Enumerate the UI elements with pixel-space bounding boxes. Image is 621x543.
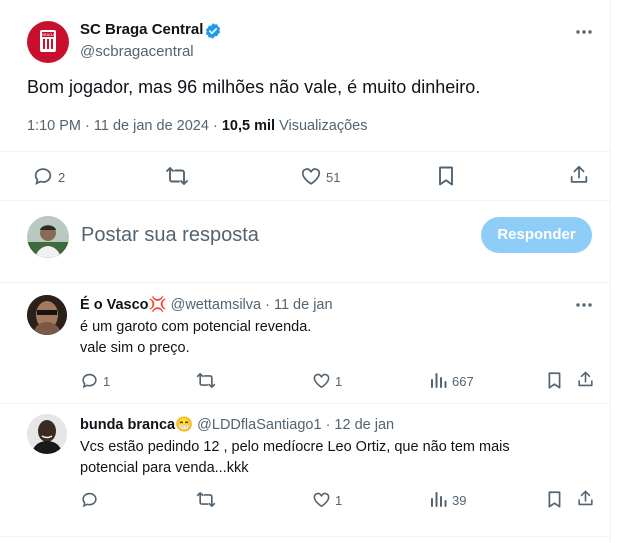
reply-author-photo-icon [27,414,67,454]
braga-crest-icon: BRAGA [40,30,56,52]
author-avatar[interactable]: BRAGA [27,21,69,63]
divider [0,200,611,201]
reply-header: É o Vasco💢 @wettamsilva · 11 de jan [80,296,333,313]
views-label: Visualizações [279,118,368,134]
divider [0,282,611,283]
more-options-icon[interactable] [574,297,594,313]
share-icon[interactable] [576,370,595,389]
reply-author-photo-icon [27,295,67,335]
views-count[interactable]: 10,5 mil [222,118,275,134]
like-count: 1 [335,374,343,389]
verified-badge-icon [204,22,222,40]
bookmark-icon[interactable] [546,490,563,509]
divider [0,151,611,152]
like-icon[interactable] [312,490,331,509]
reply-text: é um garoto com potencial revenda. vale … [80,317,311,359]
reply-header: bunda branca😁 @LDDflaSantiago1 · 12 de j… [80,416,394,433]
bookmark-icon[interactable] [546,371,563,390]
reply-avatar[interactable] [27,295,67,335]
retweet-icon[interactable] [165,165,189,187]
retweet-icon[interactable] [196,371,216,390]
reply-icon[interactable] [32,165,54,187]
retweet-icon[interactable] [196,490,216,509]
grin-emoji-icon: 😁 [175,417,194,433]
user-avatar[interactable] [27,216,69,258]
reply-text-line: Vcs estão pedindo 12 , pelo medíocre Leo… [80,439,510,455]
divider [0,536,611,537]
like-icon[interactable] [312,371,331,390]
divider [0,403,611,404]
reply-author-name[interactable]: bunda branca [80,417,175,433]
reply-text-line: vale sim o preço. [80,340,190,356]
like-icon[interactable] [300,165,322,187]
reply-text-line: potencial para venda...kkk [80,460,249,476]
reply-date[interactable]: · 11 de jan [265,297,332,313]
like-count: 51 [326,170,341,185]
reply-count: 1 [103,374,111,389]
reply-author-handle[interactable]: @LDDflaSantiago1 [197,417,321,433]
meta-separator: · [212,118,218,134]
reply-avatar[interactable] [27,414,67,454]
share-icon[interactable] [568,164,590,186]
reply-composer-input[interactable]: Postar sua resposta [81,224,259,247]
reply-count: 2 [58,170,66,185]
views-icon[interactable] [430,490,448,508]
reply-submit-button[interactable]: Responder [481,217,592,253]
views-count: 39 [452,493,467,508]
bookmark-icon[interactable] [436,165,456,187]
svg-text:BRAGA: BRAGA [41,32,55,37]
views-count: 667 [452,374,474,389]
anger-emoji-icon: 💢 [148,297,167,313]
tweet-text: Bom jogador, mas 96 milhões não vale, é … [27,77,481,97]
tweet-time[interactable]: 1:10 PM [27,118,81,134]
author-handle[interactable]: @scbragacentral [80,43,194,60]
reply-icon[interactable] [80,490,99,509]
reply-text-line: é um garoto com potencial revenda. [80,319,312,335]
tweet-date[interactable]: 11 de jan de 2024 [94,118,209,134]
tweet-meta: 1:10 PM · 11 de jan de 2024 · 10,5 mil V… [27,118,367,134]
meta-separator: · [85,118,90,134]
reply-icon[interactable] [80,371,99,390]
author-name[interactable]: SC Braga Central [80,21,203,38]
views-icon[interactable] [430,371,448,389]
share-icon[interactable] [576,489,595,508]
user-photo-icon [27,216,69,258]
reply-author-handle[interactable]: @wettamsilva [171,297,261,313]
reply-date[interactable]: · 12 de jan [326,417,395,433]
more-options-icon[interactable] [574,24,594,40]
reply-author-name[interactable]: É o Vasco [80,297,149,313]
like-count: 1 [335,493,343,508]
reply-text: Vcs estão pedindo 12 , pelo medíocre Leo… [80,437,510,479]
